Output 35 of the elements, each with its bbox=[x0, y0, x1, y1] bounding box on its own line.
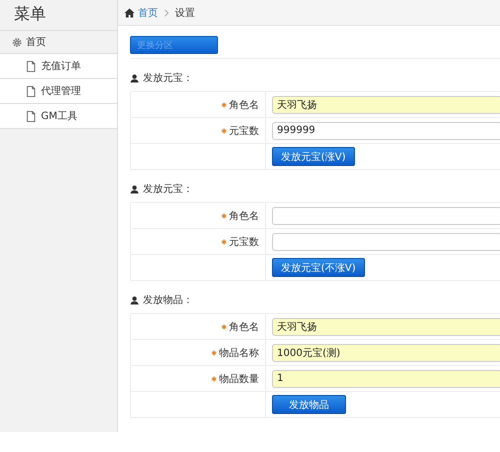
section-title: 发放元宝： bbox=[143, 182, 193, 196]
text-field[interactable]: 1000元宝(测) bbox=[272, 344, 500, 362]
sidebar-subitem[interactable]: 充值订单 bbox=[0, 54, 117, 79]
field-label: 物品名称 bbox=[219, 346, 259, 360]
document-icon bbox=[26, 60, 36, 72]
text-field[interactable] bbox=[272, 206, 500, 224]
text-field[interactable]: 1 bbox=[272, 370, 500, 388]
field-label: 角色名 bbox=[229, 98, 259, 112]
document-icon bbox=[26, 110, 36, 122]
field-label: 元宝数 bbox=[229, 124, 259, 138]
sidebar-subitem[interactable]: GM工具 bbox=[0, 104, 117, 129]
field-label: 角色名 bbox=[229, 210, 259, 222]
user-icon bbox=[130, 296, 139, 304]
field-label: 角色名 bbox=[229, 320, 259, 334]
submit-button[interactable]: 发放元宝(不涨V) bbox=[272, 258, 365, 277]
user-icon bbox=[130, 184, 139, 194]
text-field[interactable] bbox=[272, 232, 500, 250]
section-title: 发放元宝： bbox=[143, 72, 193, 85]
breadcrumb-link[interactable]: 首页 bbox=[138, 6, 158, 20]
sidebar-title: 菜单 bbox=[0, 0, 117, 31]
text-field[interactable]: 天羽飞扬 bbox=[272, 318, 500, 336]
field-label: 元宝数 bbox=[229, 236, 259, 248]
breadcrumb-current: 设置 bbox=[175, 6, 195, 20]
text-field[interactable]: 999999 bbox=[272, 122, 500, 140]
chevron-icon bbox=[164, 8, 169, 16]
text-field[interactable]: 天羽飞扬 bbox=[272, 96, 500, 114]
submit-button[interactable]: 发放物品 bbox=[272, 395, 346, 414]
section-title: 发放物品： bbox=[143, 294, 193, 307]
user-icon bbox=[130, 74, 139, 82]
submit-button[interactable]: 发放元宝(涨V) bbox=[272, 147, 355, 166]
sidebar-subitem[interactable]: 代理管理 bbox=[0, 79, 117, 104]
field-label: 物品数量 bbox=[219, 372, 259, 386]
home-icon bbox=[124, 8, 135, 18]
gear-icon bbox=[12, 36, 22, 48]
document-icon bbox=[26, 86, 36, 96]
